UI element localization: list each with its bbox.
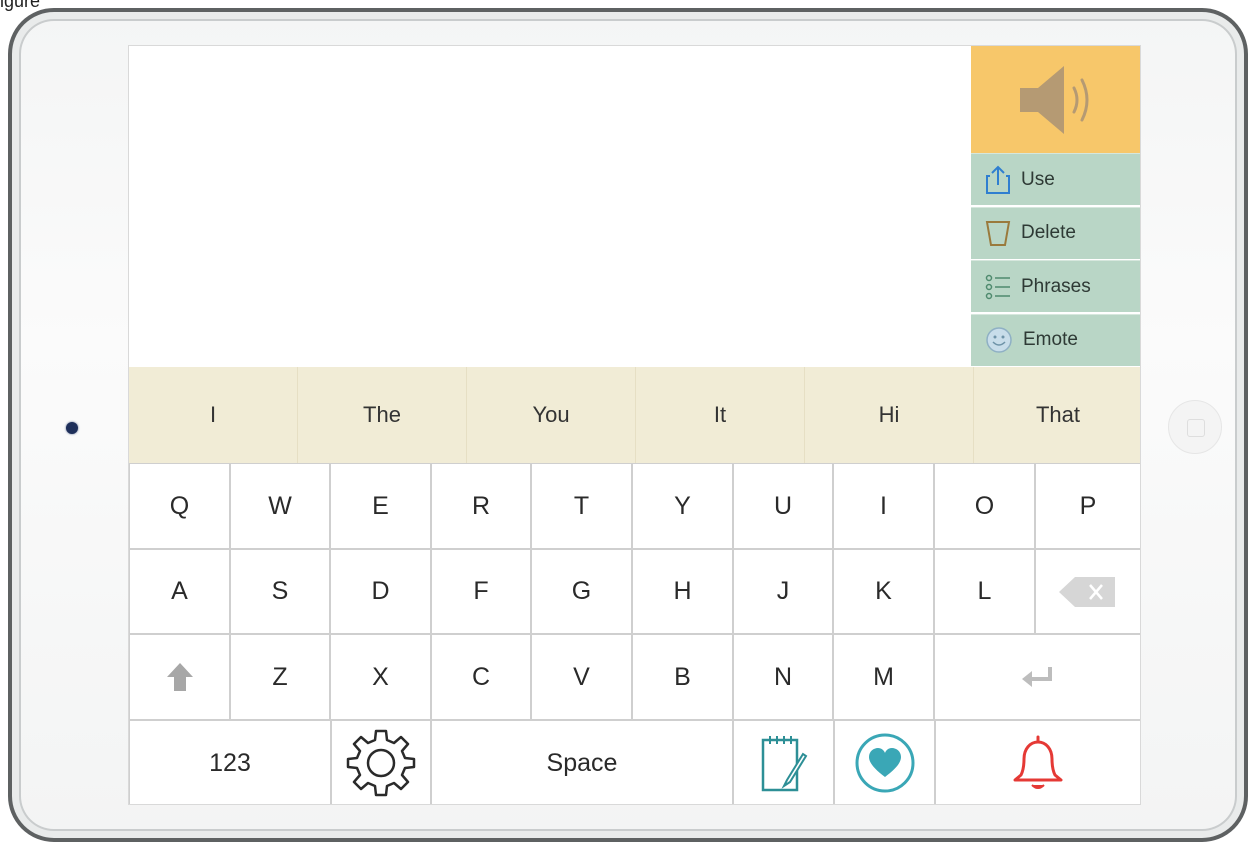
key-g[interactable]: G (532, 550, 631, 633)
return-icon (1021, 667, 1052, 687)
key-q[interactable]: Q (130, 464, 229, 548)
backspace-icon (1059, 576, 1115, 607)
key-m[interactable]: M (834, 635, 933, 719)
prediction-word[interactable]: Hi (805, 367, 974, 463)
menu-item-phrases[interactable]: Phrases (971, 260, 1140, 312)
notepad-key[interactable] (734, 721, 833, 804)
key-z[interactable]: Z (231, 635, 329, 719)
key-e[interactable]: E (331, 464, 430, 548)
favorites-key[interactable] (835, 721, 934, 804)
notepad-icon (761, 736, 807, 792)
shift-key[interactable] (130, 635, 229, 719)
backspace-key[interactable] (1036, 550, 1140, 633)
figure-caption-fragment: igure (0, 0, 41, 11)
settings-key[interactable] (332, 721, 430, 804)
key-s[interactable]: S (231, 550, 329, 633)
front-camera (66, 422, 78, 434)
key-a[interactable]: A (130, 550, 229, 633)
side-menu: Use Delete Phrases Emote (971, 153, 1140, 367)
key-n[interactable]: N (734, 635, 832, 719)
menu-item-delete[interactable]: Delete (971, 206, 1140, 259)
space-key[interactable]: Space (432, 721, 732, 804)
trash-icon (985, 221, 1011, 246)
menu-item-use[interactable]: Use (971, 153, 1140, 205)
smiley-icon (986, 327, 1012, 353)
key-i[interactable]: I (834, 464, 933, 548)
prediction-word[interactable]: I (129, 367, 298, 463)
key-k[interactable]: K (834, 550, 933, 633)
prediction-word[interactable]: The (298, 367, 467, 463)
prediction-word[interactable]: You (467, 367, 636, 463)
key-p[interactable]: P (1036, 464, 1140, 548)
share-icon (986, 165, 1010, 194)
key-r[interactable]: R (432, 464, 530, 548)
bell-icon (1013, 735, 1063, 789)
key-v[interactable]: V (532, 635, 631, 719)
key-w[interactable]: W (231, 464, 329, 548)
menu-item-label: Delete (1021, 222, 1076, 243)
key-h[interactable]: H (633, 550, 732, 633)
key-j[interactable]: J (734, 550, 832, 633)
on-screen-keyboard: Q W E R T Y U I O P A S D F G H J K L Z … (129, 463, 1140, 804)
menu-item-emote[interactable]: Emote (971, 313, 1140, 366)
heart-icon (855, 733, 914, 793)
home-button[interactable] (1168, 400, 1222, 454)
gear-icon (346, 729, 416, 797)
key-u[interactable]: U (734, 464, 832, 548)
key-d[interactable]: D (331, 550, 430, 633)
key-t[interactable]: T (532, 464, 631, 548)
return-key[interactable] (935, 635, 1140, 719)
word-prediction-bar: I The You It Hi That (129, 367, 1140, 463)
menu-item-label: Use (1021, 168, 1055, 190)
numbers-key[interactable]: 123 (130, 721, 330, 804)
app-screen: Use Delete Phrases Emote I The You It Hi… (128, 45, 1141, 805)
key-y[interactable]: Y (633, 464, 732, 548)
key-f[interactable]: F (432, 550, 530, 633)
prediction-word[interactable]: That (974, 367, 1140, 463)
key-l[interactable]: L (935, 550, 1034, 633)
menu-item-label: Phrases (1021, 275, 1091, 297)
key-o[interactable]: O (935, 464, 1034, 548)
list-icon (985, 274, 1010, 299)
speaker-icon (1019, 65, 1088, 134)
key-x[interactable]: X (331, 635, 430, 719)
message-output-area[interactable] (129, 46, 971, 367)
key-c[interactable]: C (432, 635, 530, 719)
shift-arrow-icon (166, 663, 193, 691)
prediction-word[interactable]: It (636, 367, 805, 463)
menu-item-label: Emote (1023, 329, 1078, 350)
alert-key[interactable] (936, 721, 1140, 804)
key-b[interactable]: B (633, 635, 732, 719)
speak-button[interactable] (971, 46, 1140, 153)
